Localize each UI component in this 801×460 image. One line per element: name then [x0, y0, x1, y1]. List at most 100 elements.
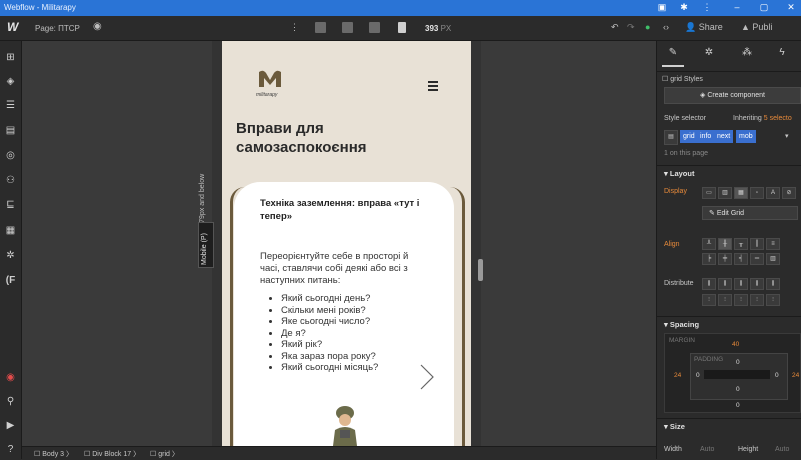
style-brush-icon[interactable]: ✎ [662, 47, 684, 67]
code-icon[interactable]: ‹› [663, 22, 669, 32]
extension-icon[interactable]: ✱ [677, 2, 691, 14]
distribute-row-center-icon[interactable]: ⫶ [718, 294, 732, 306]
app-icon[interactable]: ▣ [655, 2, 669, 14]
settings-gear-icon[interactable]: ✲ [4, 249, 17, 262]
close-icon[interactable]: ✕ [784, 2, 798, 14]
grid-styles-label[interactable]: ☐ grid Styles [662, 75, 703, 83]
class-chip-grid[interactable]: grid [680, 130, 698, 143]
maximize-icon[interactable]: ▢ [757, 2, 771, 14]
distribute-between-icon[interactable]: ⫼ [750, 278, 764, 290]
display-none-icon[interactable]: ⊘ [782, 187, 796, 199]
distribute-row-between-icon[interactable]: ⫶ [750, 294, 764, 306]
video-icon[interactable]: ▶ [4, 419, 17, 432]
padding-left-value[interactable]: 0 [696, 372, 700, 379]
create-component-button[interactable]: ◈ Create component [664, 87, 801, 104]
selector-icon[interactable]: ▤ [664, 130, 678, 145]
saved-check-icon: ● [645, 22, 651, 32]
edit-grid-button[interactable]: ✎ Edit Grid [702, 206, 798, 220]
breakpoint-menu-icon[interactable]: ⋮ [290, 22, 299, 33]
undo-icon[interactable]: ↶ [611, 22, 619, 33]
help-icon[interactable]: ? [4, 443, 17, 456]
distribute-row-end-icon[interactable]: ⫶ [734, 294, 748, 306]
page-selector[interactable]: Page: ПТСР [35, 24, 80, 33]
margin-bottom-value[interactable]: 0 [736, 402, 740, 409]
align-center-icon[interactable]: ╫ [718, 238, 732, 250]
chevron-down-icon[interactable]: ▾ [785, 132, 789, 140]
layout-section-header[interactable]: ▾ Layout [656, 165, 801, 180]
mobile-landscape-breakpoint-icon[interactable] [369, 22, 380, 33]
breadcrumb-label: Body 3 [42, 451, 65, 458]
mobile-portrait-breakpoint-icon[interactable] [398, 22, 406, 33]
tablet-breakpoint-icon[interactable] [342, 22, 353, 33]
webflow-logo[interactable]: W [7, 20, 18, 34]
next-arrow-icon[interactable] [418, 363, 436, 391]
display-grid-icon[interactable]: ▦ [734, 187, 748, 199]
distribute-center-icon[interactable]: ⫼ [718, 278, 732, 290]
justify-stretch-icon[interactable]: ═ [750, 253, 764, 265]
canvas-resize-handle[interactable] [478, 259, 483, 281]
minimize-icon[interactable]: – [730, 2, 744, 14]
display-block-icon[interactable]: ▭ [702, 187, 716, 199]
card-text: Переорієнтуйте себе в просторі й часі, с… [260, 251, 409, 286]
menu-dots-icon[interactable]: ⋮ [700, 2, 714, 14]
users-icon[interactable]: ⚇ [4, 174, 17, 187]
variables-icon[interactable]: (F [4, 274, 17, 287]
record-icon[interactable]: ◉ [4, 371, 17, 384]
cms-icon[interactable]: ◎ [4, 149, 17, 162]
align-end-icon[interactable]: ╥ [734, 238, 748, 250]
margin-right-value[interactable]: 24 [792, 372, 799, 379]
preview-eye-icon[interactable]: ◉ [93, 21, 102, 32]
desktop-breakpoint-icon[interactable] [315, 22, 326, 33]
display-inline-block-icon[interactable]: ▫ [750, 187, 764, 199]
ecommerce-icon[interactable]: ⊑ [4, 198, 17, 211]
assets-icon[interactable]: ▦ [4, 224, 17, 237]
breadcrumb-item-div-block[interactable]: ☐ Div Block 17 〉 [84, 449, 140, 459]
inheriting-count[interactable]: 5 selecto [764, 115, 792, 122]
publish-button[interactable]: ▲ Publi [741, 22, 772, 32]
align-label: Align [664, 241, 680, 248]
class-chip-mob[interactable]: mob [736, 130, 756, 143]
redo-icon[interactable]: ↷ [627, 22, 635, 33]
class-chip-info[interactable]: info [697, 130, 715, 143]
distribute-end-icon[interactable]: ⫼ [734, 278, 748, 290]
pages-icon[interactable]: ▤ [4, 124, 17, 137]
size-section-header[interactable]: ▾ Size [656, 418, 801, 433]
distribute-row-start-icon[interactable]: ⫶ [702, 294, 716, 306]
margin-left-value[interactable]: 24 [674, 372, 681, 379]
breadcrumb-item-grid[interactable]: ☐ grid 〉 [150, 449, 179, 459]
justify-center-icon[interactable]: ╪ [718, 253, 732, 265]
align-start-icon[interactable]: ╨ [702, 238, 716, 250]
spacing-section-header[interactable]: ▾ Spacing [656, 316, 801, 331]
align-baseline-icon[interactable]: ≡ [766, 238, 780, 250]
distribute-start-icon[interactable]: ⫼ [702, 278, 716, 290]
height-input[interactable]: Auto [775, 446, 789, 453]
style-manager-icon[interactable]: ⁂ [736, 47, 758, 65]
interactions-icon[interactable]: ϟ [771, 47, 793, 65]
justify-space-icon[interactable]: ▥ [766, 253, 780, 265]
justify-start-icon[interactable]: ╞ [702, 253, 716, 265]
padding-right-value[interactable]: 0 [775, 372, 779, 379]
hamburger-menu-icon[interactable] [428, 81, 438, 93]
display-flex-icon[interactable]: ▥ [718, 187, 732, 199]
class-chip-next[interactable]: next [714, 130, 734, 143]
margin-top-value[interactable]: 40 [732, 341, 739, 348]
padding-bottom-value[interactable]: 0 [736, 386, 740, 393]
share-button[interactable]: 👤 Share [685, 22, 723, 33]
display-text-icon[interactable]: A [766, 187, 780, 199]
width-input[interactable]: Auto [700, 446, 714, 453]
breadcrumb-label: Div Block 17 [92, 451, 132, 458]
distribute-around-icon[interactable]: ⫼ [766, 278, 780, 290]
militarapy-logo[interactable] [258, 70, 282, 88]
justify-end-icon[interactable]: ╡ [734, 253, 748, 265]
padding-top-value[interactable]: 0 [736, 359, 740, 366]
navigator-icon[interactable]: ☰ [4, 99, 17, 112]
components-icon[interactable]: ◈ [4, 75, 17, 88]
mobile-breakpoint-tag[interactable]: Mobile (P) [198, 222, 214, 268]
settings-gear-icon[interactable]: ✲ [698, 47, 720, 65]
mobile-preview[interactable]: militarapy Вправи для самозаспокоєння Те… [222, 41, 471, 446]
distribute-row-around-icon[interactable]: ⫶ [766, 294, 780, 306]
breadcrumb-item-body[interactable]: ☐ Body 3 〉 [34, 449, 73, 459]
search-icon[interactable]: ⚲ [4, 395, 17, 408]
add-elements-icon[interactable]: ⊞ [4, 51, 17, 64]
align-stretch-icon[interactable]: ║ [750, 238, 764, 250]
